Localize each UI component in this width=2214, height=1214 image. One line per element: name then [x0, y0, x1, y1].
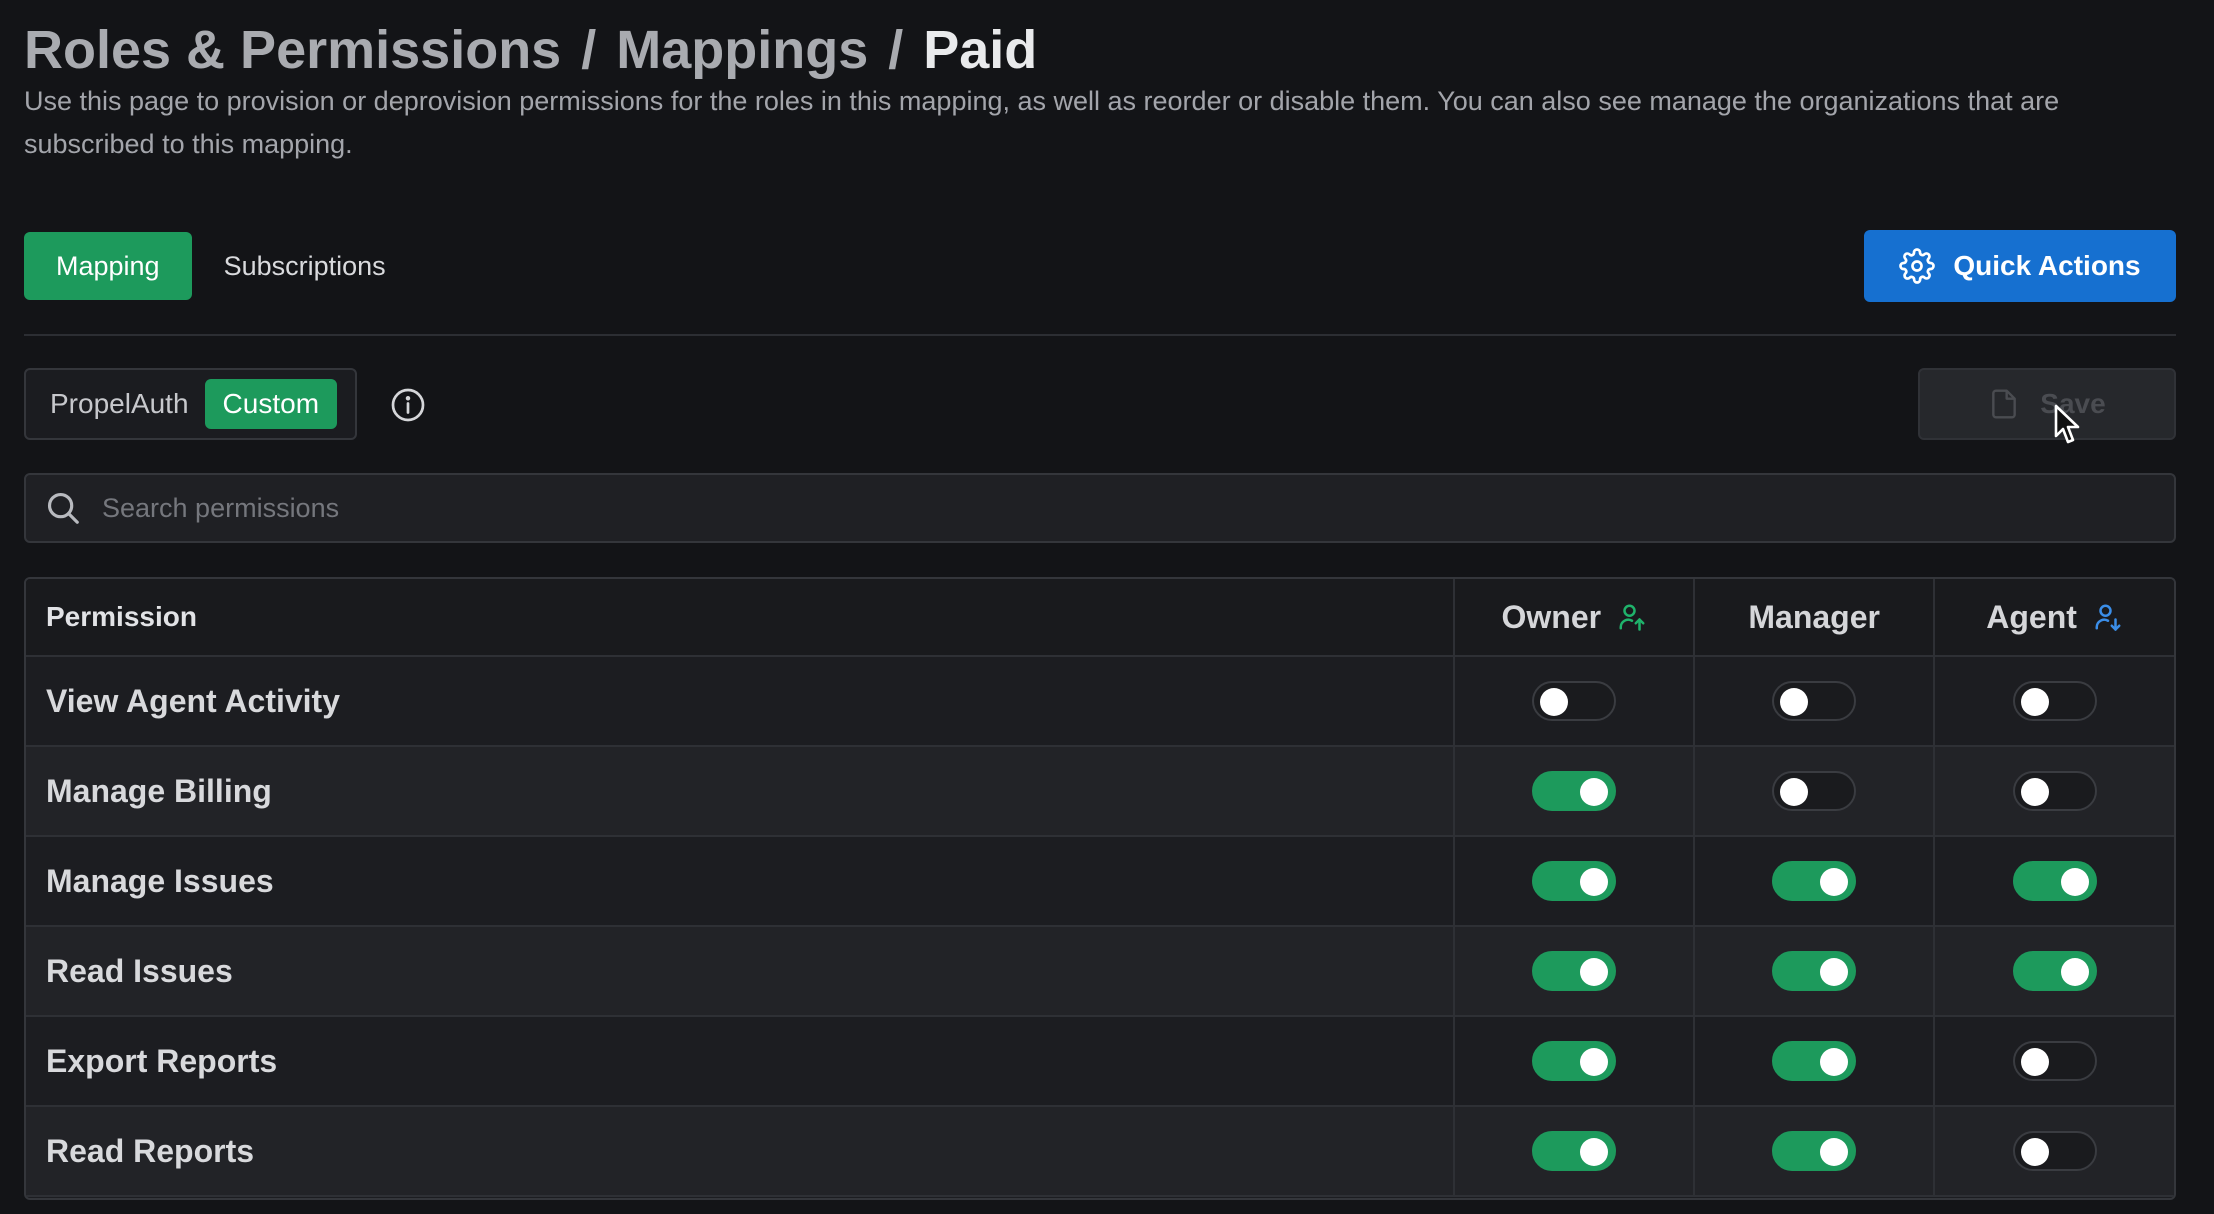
permission-name: View Agent Activity — [46, 682, 340, 719]
permission-name: Read Reports — [46, 1132, 255, 1169]
divider — [24, 334, 2176, 336]
permission-name: Manage Billing — [46, 772, 272, 809]
table-row: Manage Billing — [26, 747, 2174, 837]
table-row: Export Reports — [26, 1017, 2174, 1107]
user-down-icon — [2095, 604, 2121, 631]
manager-toggle[interactable] — [1772, 1131, 1857, 1171]
manager-label: Manager — [1748, 598, 1880, 635]
quick-actions-label: Quick Actions — [1953, 250, 2141, 281]
tab-subscriptions[interactable]: Subscriptions — [192, 232, 418, 300]
column-header-owner[interactable]: Owner — [1453, 579, 1693, 655]
table-row: View Agent Activity — [26, 657, 2174, 747]
file-icon — [1992, 389, 2017, 419]
search-bar — [24, 473, 2176, 543]
page-description: Use this page to provision or deprovisio… — [24, 86, 2060, 159]
breadcrumb: Roles & Permissions / Mappings / Paid — [24, 18, 1037, 82]
save-button[interactable]: Save — [1918, 368, 2176, 440]
table-header: Permission Owner Manager Agent — [26, 579, 2174, 657]
agent-toggle[interactable] — [2012, 951, 2097, 991]
agent-toggle[interactable] — [2012, 771, 2097, 811]
agent-toggle[interactable] — [2012, 861, 2097, 901]
breadcrumb-separator: / — [581, 20, 597, 80]
column-header-permission: Permission — [46, 601, 197, 632]
owner-toggle[interactable] — [1532, 1041, 1617, 1081]
table-row: Read Reports — [26, 1107, 2174, 1197]
permission-name: Read Issues — [46, 952, 233, 989]
permission-mode-switch: PropelAuth Custom — [24, 368, 357, 440]
mode-option-custom[interactable]: Custom — [204, 379, 338, 429]
breadcrumb-roles-permissions[interactable]: Roles & Permissions — [24, 18, 561, 82]
mode-option-propelauth[interactable]: PropelAuth — [50, 388, 189, 420]
search-icon — [47, 492, 79, 524]
search-input[interactable] — [102, 492, 2002, 524]
permission-name: Manage Issues — [46, 862, 274, 899]
agent-toggle[interactable] — [2012, 1131, 2097, 1171]
mouse-cursor-icon — [2054, 404, 2080, 444]
manager-toggle[interactable] — [1772, 1041, 1857, 1081]
breadcrumb-current: Paid — [923, 20, 1038, 80]
owner-toggle[interactable] — [1532, 1131, 1617, 1171]
owner-label: Owner — [1501, 598, 1602, 635]
owner-toggle[interactable] — [1532, 861, 1617, 901]
manager-toggle[interactable] — [1772, 771, 1857, 811]
permissions-table: Permission Owner Manager Agent View Agen… — [24, 577, 2176, 1200]
column-header-manager[interactable]: Manager — [1693, 579, 1933, 655]
info-icon[interactable] — [390, 387, 426, 423]
agent-toggle[interactable] — [2012, 1041, 2097, 1081]
manager-toggle[interactable] — [1772, 861, 1857, 901]
tab-mapping[interactable]: Mapping — [24, 232, 192, 300]
permission-name: Export Reports — [46, 1042, 278, 1079]
manager-toggle[interactable] — [1772, 681, 1857, 721]
breadcrumb-mappings[interactable]: Mappings — [616, 18, 868, 82]
tab-bar: Mapping Subscriptions — [24, 232, 418, 300]
column-header-agent[interactable]: Agent — [1933, 579, 2174, 655]
breadcrumb-separator: / — [888, 20, 904, 80]
owner-toggle[interactable] — [1532, 681, 1617, 721]
quick-actions-button[interactable]: Quick Actions — [1864, 230, 2176, 302]
table-row: Manage Issues — [26, 837, 2174, 927]
user-up-icon — [1619, 604, 1645, 631]
gear-icon — [1899, 248, 1936, 284]
table-row: Read Issues — [26, 927, 2174, 1017]
owner-toggle[interactable] — [1532, 771, 1617, 811]
agent-label: Agent — [1986, 598, 2077, 635]
owner-toggle[interactable] — [1532, 951, 1617, 991]
agent-toggle[interactable] — [2012, 681, 2097, 721]
manager-toggle[interactable] — [1772, 951, 1857, 991]
